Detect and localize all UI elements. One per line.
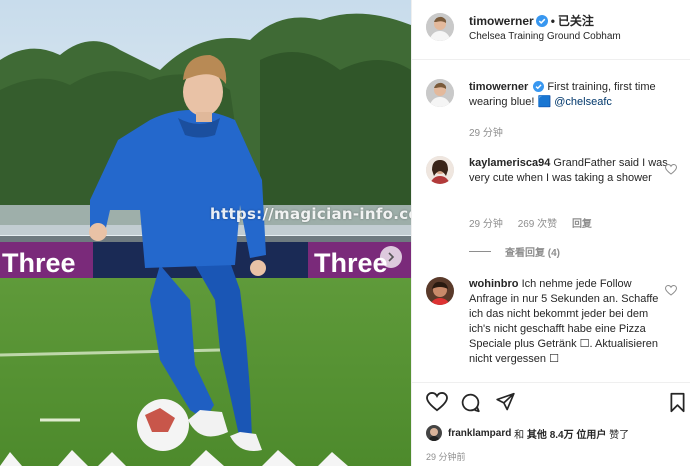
- comments-list[interactable]: timowerner First training, first time we…: [412, 61, 690, 382]
- view-replies-label: 查看回复 (4): [505, 248, 560, 259]
- comment-body: Ich nehme jede Follow Anfrage in nur 5 S…: [469, 278, 659, 365]
- reply-button[interactable]: 回复: [572, 219, 592, 230]
- training-photo-illustration: Three Three: [0, 0, 411, 466]
- caption-time[interactable]: 29 分钟: [469, 128, 503, 139]
- comment-time[interactable]: 29 分钟: [469, 219, 503, 230]
- post-actions-bar: franklampard 和 其他 8.4万 位用户 赞了 29 分钟前: [412, 382, 690, 466]
- comment-like-heart-icon[interactable]: [665, 285, 677, 296]
- sponsor-board-right: Three: [314, 248, 388, 278]
- comment-likes-count[interactable]: 269 次赞: [518, 219, 557, 230]
- comment-avatar[interactable]: [426, 277, 454, 305]
- post-side-panel: timowerner • 已关注 Chelsea Training Ground C…: [411, 0, 690, 466]
- caption-text: timowerner First training, first time we…: [469, 80, 669, 110]
- view-replies-button[interactable]: 查看回复 (4): [469, 244, 560, 259]
- likes-summary: franklampard 和 其他 8.4万 位用户 赞了: [426, 425, 629, 441]
- chevron-right-icon: [388, 252, 395, 262]
- author-avatar[interactable]: [426, 13, 454, 41]
- separator-dot: •: [550, 14, 555, 28]
- comment-meta: 29 分钟 269 次赞 回复: [469, 215, 604, 230]
- caption-mention-link[interactable]: @chelseafc: [554, 96, 612, 108]
- next-photo-button[interactable]: [380, 246, 402, 268]
- verified-badge-icon: [535, 15, 548, 27]
- liker-username[interactable]: franklampard: [448, 428, 511, 439]
- caption-username[interactable]: timowerner: [469, 81, 528, 93]
- like-heart-icon[interactable]: [426, 392, 448, 412]
- comment-text: wohinbro Ich nehme jede Follow Anfrage i…: [469, 277, 669, 367]
- caption-avatar[interactable]: [426, 79, 454, 107]
- likes-suffix: 赞了: [609, 429, 630, 441]
- comment-like-heart-icon[interactable]: [665, 164, 677, 175]
- liker-avatar[interactable]: [426, 425, 442, 441]
- save-bookmark-icon[interactable]: [669, 392, 686, 413]
- post-header: timowerner • 已关注 Chelsea Training Ground C…: [412, 0, 690, 60]
- comment-bubble-icon[interactable]: [460, 392, 481, 413]
- caption-meta: 29 分钟: [469, 124, 515, 139]
- replies-divider-line: [469, 251, 491, 252]
- post-photo: Three Three https://magician-info.c: [0, 0, 411, 466]
- comment-username[interactable]: kaylamerisca94: [469, 157, 550, 169]
- author-username[interactable]: timowerner: [469, 14, 534, 28]
- following-button[interactable]: 已关注: [558, 14, 594, 28]
- share-send-icon[interactable]: [495, 392, 516, 412]
- sponsor-board-left: Three: [2, 248, 76, 278]
- comment-username[interactable]: wohinbro: [469, 278, 519, 290]
- post-timestamp[interactable]: 29 分钟前: [426, 450, 466, 463]
- comment-text: kaylamerisca94 GrandFather said I was ve…: [469, 156, 669, 186]
- post-location[interactable]: Chelsea Training Ground Cobham: [469, 31, 621, 42]
- likes-and: 和: [514, 429, 525, 441]
- verified-badge-icon: [533, 81, 545, 92]
- comment-avatar[interactable]: [426, 156, 454, 184]
- watermark-text: https://magician-info.com/: [210, 205, 411, 223]
- likes-others-count[interactable]: 其他 8.4万 位用户: [527, 426, 606, 441]
